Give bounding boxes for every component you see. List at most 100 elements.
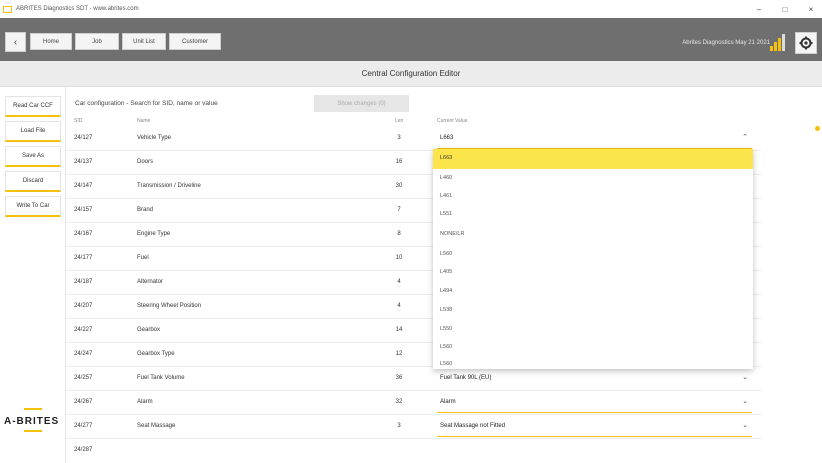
row-name: Doors bbox=[137, 159, 154, 165]
row-len: 8 bbox=[397, 231, 401, 237]
close-button[interactable]: × bbox=[806, 5, 816, 14]
settings-button[interactable] bbox=[795, 32, 817, 54]
customer-button[interactable]: Customer bbox=[169, 33, 221, 50]
row-name: Alarm bbox=[137, 399, 153, 405]
search-input[interactable]: Car configuration - Search for SID, name… bbox=[75, 100, 218, 107]
row-name: Fuel Tank Volume bbox=[137, 375, 185, 381]
column-header-sid: SID bbox=[74, 118, 83, 124]
discard-button[interactable]: Discard bbox=[5, 171, 61, 192]
row-name: Alternator bbox=[137, 279, 164, 285]
row-name: Steering Wheel Position bbox=[137, 303, 202, 309]
row-sid: 24/127 bbox=[74, 135, 93, 141]
row-len: 36 bbox=[395, 375, 403, 381]
value-select[interactable]: Seat Massage not Fitted ⌄ bbox=[437, 416, 752, 437]
window-title: ABRITES Diagnostics SDT - www.abrites.co… bbox=[16, 6, 139, 12]
row-sid: 24/137 bbox=[74, 159, 93, 165]
left-action-panel: Read Car CCF Load File Save As Discard W… bbox=[0, 87, 66, 463]
row-sid: 24/267 bbox=[74, 399, 93, 405]
gear-icon bbox=[799, 36, 813, 50]
row-len: 30 bbox=[395, 183, 403, 189]
table-row[interactable]: 24/267 Alarm 32 Alarm ⌄ bbox=[66, 391, 761, 415]
load-file-button[interactable]: Load File bbox=[5, 121, 61, 142]
dropdown-option[interactable]: NONE/LR bbox=[433, 225, 753, 245]
row-len: 10 bbox=[395, 255, 403, 261]
row-len: 3 bbox=[397, 423, 401, 429]
row-len: 14 bbox=[395, 327, 403, 333]
row-name: Fuel bbox=[137, 255, 149, 261]
write-to-car-button[interactable]: Write To Car bbox=[5, 196, 61, 217]
back-icon: ‹ bbox=[13, 36, 18, 48]
unit-list-button[interactable]: Unit List bbox=[122, 33, 166, 50]
row-len: 32 bbox=[395, 399, 403, 405]
dropdown-option[interactable]: L461 bbox=[433, 187, 753, 207]
table-row[interactable]: 24/277 Seat Massage 3 Seat Massage not F… bbox=[66, 415, 761, 439]
abrites-logo: A-BRITES bbox=[4, 408, 64, 432]
row-sid: 24/257 bbox=[74, 375, 93, 381]
chevron-up-icon: ⌃ bbox=[742, 134, 748, 141]
logo-text: A-BRITES bbox=[4, 416, 60, 427]
row-name: Gearbox Type bbox=[137, 351, 175, 357]
value-select[interactable]: Alarm ⌄ bbox=[437, 392, 752, 413]
vehicle-type-dropdown[interactable]: L663 L460 L461 L551 NONE/LR L560 L405 L4… bbox=[433, 149, 753, 369]
table-row[interactable]: 24/287 bbox=[66, 439, 761, 463]
dropdown-option[interactable]: L551 bbox=[433, 205, 753, 225]
dropdown-option[interactable]: L538 bbox=[433, 301, 753, 321]
status-text: Abrites Diagnostics May 21 2021 bbox=[682, 40, 770, 46]
row-name: Brand bbox=[137, 207, 154, 213]
table-row[interactable]: 24/127 Vehicle Type 3 L663 ⌃ bbox=[66, 127, 761, 151]
read-car-ccf-button[interactable]: Read Car CCF bbox=[5, 96, 61, 117]
row-len: 7 bbox=[397, 207, 401, 213]
chevron-down-icon: ⌄ bbox=[742, 398, 748, 405]
row-sid: 24/177 bbox=[74, 255, 93, 261]
dropdown-option[interactable]: L560 bbox=[433, 355, 753, 375]
row-sid: 24/187 bbox=[74, 279, 93, 285]
home-button[interactable]: Home bbox=[30, 33, 72, 50]
row-sid: 24/287 bbox=[74, 447, 93, 453]
row-sid: 24/167 bbox=[74, 231, 93, 237]
back-button[interactable]: ‹ bbox=[5, 32, 26, 52]
dropdown-option[interactable]: L494 bbox=[433, 282, 753, 302]
minimize-button[interactable]: – bbox=[754, 5, 764, 14]
row-name: Seat Massage bbox=[137, 423, 176, 429]
row-name: Gearbox bbox=[137, 327, 161, 333]
row-sid: 24/207 bbox=[74, 303, 93, 309]
row-sid: 24/157 bbox=[74, 207, 93, 213]
row-name: Transmission / Driveline bbox=[137, 183, 201, 189]
maximize-button[interactable]: □ bbox=[780, 5, 790, 14]
column-header-value: Current Value bbox=[437, 118, 468, 124]
signal-bars-icon bbox=[770, 34, 788, 51]
row-len: 3 bbox=[397, 135, 401, 141]
row-sid: 24/277 bbox=[74, 423, 93, 429]
value-select[interactable]: L663 ⌃ bbox=[437, 128, 752, 149]
row-len: 16 bbox=[395, 159, 403, 165]
dropdown-option[interactable]: L560 bbox=[433, 245, 753, 265]
scroll-indicator[interactable] bbox=[815, 126, 820, 131]
save-as-button[interactable]: Save As bbox=[5, 146, 61, 167]
page-title: Central Configuration Editor bbox=[0, 61, 822, 87]
dropdown-option[interactable]: L460 bbox=[433, 169, 753, 189]
column-header-len: Len bbox=[395, 118, 404, 124]
window-titlebar: ABRITES Diagnostics SDT - www.abrites.co… bbox=[0, 0, 822, 18]
show-changes-button[interactable]: Show changes (0) bbox=[314, 95, 409, 112]
value-select-text: Seat Massage not Fitted bbox=[440, 423, 506, 429]
job-button[interactable]: Job bbox=[75, 33, 119, 50]
row-len: 12 bbox=[395, 351, 403, 357]
dropdown-option[interactable]: L550 bbox=[433, 320, 753, 340]
value-select-text: L663 bbox=[440, 135, 454, 141]
row-name: Vehicle Type bbox=[137, 135, 171, 141]
window-controls: – □ × bbox=[754, 0, 816, 18]
row-sid: 24/227 bbox=[74, 327, 93, 333]
chevron-down-icon: ⌄ bbox=[742, 422, 748, 429]
row-len: 4 bbox=[397, 279, 401, 285]
app-logo-icon bbox=[3, 5, 12, 13]
row-sid: 24/147 bbox=[74, 183, 93, 189]
config-editor-main: Car configuration - Search for SID, name… bbox=[66, 87, 822, 463]
row-sid: 24/247 bbox=[74, 351, 93, 357]
value-select-text: Alarm bbox=[440, 399, 456, 405]
value-select-text: Fuel Tank 90L (EU) bbox=[440, 375, 492, 381]
dropdown-option[interactable]: L663 bbox=[433, 149, 753, 169]
toolbar: ‹ Home Job Unit List Customer Abrites Di… bbox=[0, 18, 822, 61]
dropdown-option[interactable]: L405 bbox=[433, 263, 753, 283]
row-name: Engine Type bbox=[137, 231, 171, 237]
row-len: 4 bbox=[397, 303, 401, 309]
